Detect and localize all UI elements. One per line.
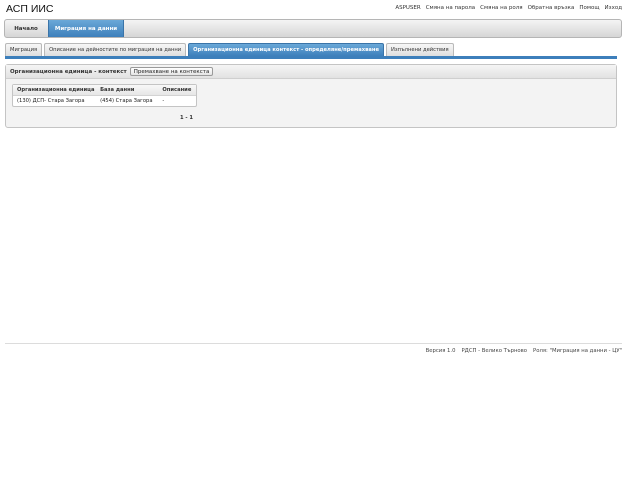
change-password-link[interactable]: Смяна на парола — [426, 5, 475, 11]
footer-office: РДСП - Велико Търново — [461, 348, 528, 354]
app-title: АСП ИИС — [6, 3, 54, 15]
org-unit-context-panel: Организационна единица - контекст Премах… — [5, 64, 617, 128]
sub-tab-underline — [5, 56, 617, 59]
tab-org-unit-context[interactable]: Организационна единица контекст - опреде… — [188, 43, 384, 56]
footer-version: Версия 1.0 — [425, 348, 456, 354]
cell-database: (454) Стара Загора — [100, 98, 153, 104]
footer-role: Роля: "Миграция на данни - ЦУ" — [533, 348, 622, 354]
tab-migration[interactable]: Миграция — [5, 43, 43, 56]
nav-tab-migration[interactable]: Миграция на данни — [48, 20, 124, 37]
column-header-org-unit[interactable]: Организационна единица — [13, 87, 96, 93]
feedback-link[interactable]: Обратна връзка — [528, 5, 575, 11]
column-header-database[interactable]: База данни — [96, 87, 158, 93]
nav-tab-home[interactable]: Начало — [7, 20, 45, 37]
top-links: ASPUSER Смяна на парола Смяна на роля Об… — [395, 5, 622, 11]
panel-title: Организационна единица - контекст — [10, 68, 127, 75]
column-header-description[interactable]: Описание — [158, 87, 196, 93]
main-nav: Начало Миграция на данни — [4, 19, 622, 38]
cell-description: - — [162, 98, 165, 104]
change-role-link[interactable]: Смяна на роля — [480, 5, 522, 11]
sub-tabs: Миграция Описание на дейностите по мигра… — [5, 43, 454, 56]
pager-info: 1 - 1 — [180, 115, 193, 121]
cell-org-unit: (130) ДСП- Стара Загора — [17, 98, 85, 104]
table-header-row: Организационна единица База данни Описан… — [13, 85, 196, 96]
tab-completed-actions[interactable]: Изпълнени действия — [385, 43, 454, 56]
help-link[interactable]: Помощ — [579, 5, 599, 11]
footer: Версия 1.0 РДСП - Велико Търново Роля: "… — [426, 348, 622, 354]
logout-link[interactable]: Изход — [605, 5, 622, 11]
footer-divider — [5, 343, 622, 344]
table-row[interactable]: (130) ДСП- Стара Загора (454) Стара Заго… — [13, 96, 196, 106]
user-link[interactable]: ASPUSER — [395, 5, 420, 11]
tab-activity-description[interactable]: Описание на дейностите по миграция на да… — [44, 43, 187, 56]
remove-context-button[interactable]: Премахване на контекста — [129, 67, 214, 76]
panel-header: Организационна единица - контекст Премах… — [6, 65, 616, 79]
context-table: Организационна единица База данни Описан… — [12, 84, 197, 107]
